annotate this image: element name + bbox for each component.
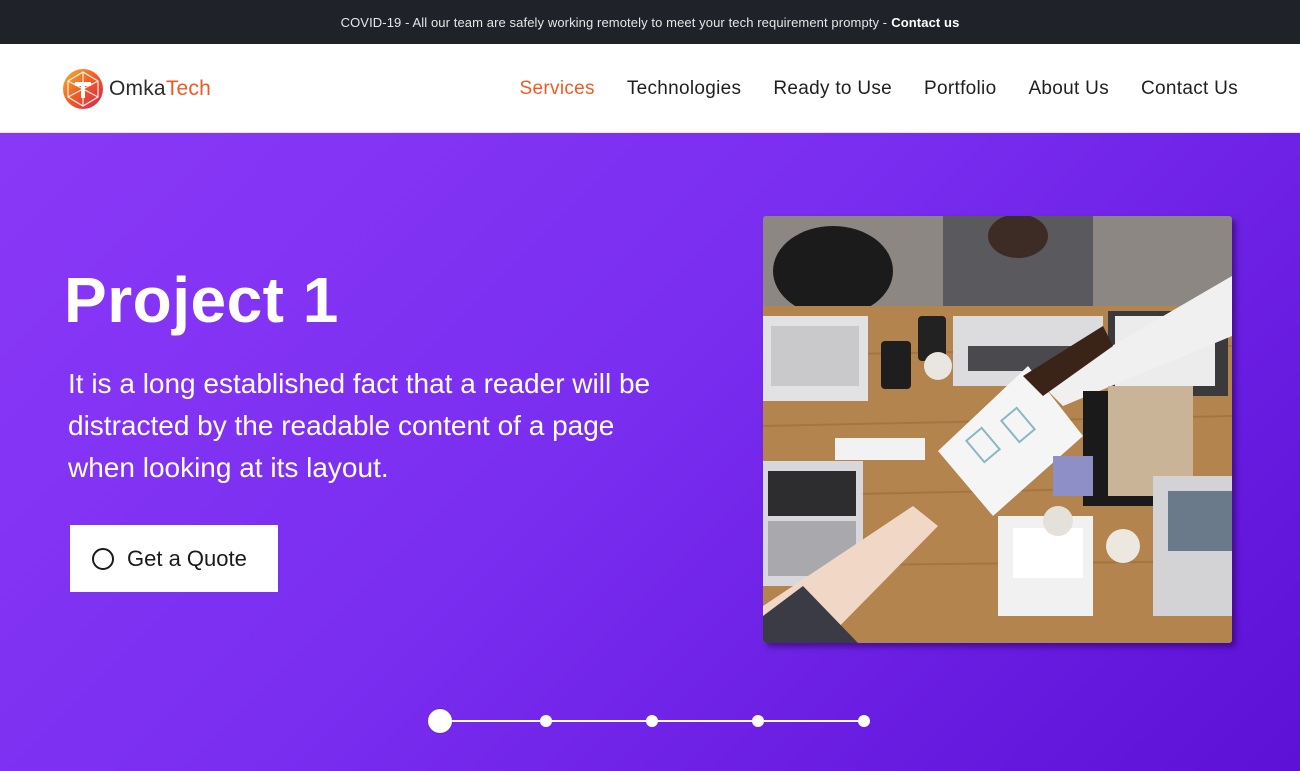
nav-item-technologies[interactable]: Technologies: [627, 78, 742, 100]
get-a-quote-label: Get a Quote: [127, 545, 247, 571]
slide-pagination: [428, 709, 878, 733]
site-header: OmkaTech Services Technologies Ready to …: [0, 44, 1300, 133]
nav-item-about-us[interactable]: About Us: [1028, 78, 1109, 100]
logo-text-omka: Omka: [109, 77, 166, 100]
slide-dot-1[interactable]: [428, 709, 452, 733]
slide-dot-5[interactable]: [858, 715, 870, 727]
gem-logo-icon: [63, 69, 103, 109]
slide-dot-3[interactable]: [646, 715, 658, 727]
nav-item-contact-us[interactable]: Contact Us: [1141, 78, 1238, 100]
logo-text-tech: Tech: [165, 77, 211, 100]
contact-us-link[interactable]: Contact us: [891, 15, 959, 30]
covid-notice-bar: COVID-19 - All our team are safely worki…: [0, 0, 1300, 44]
get-a-quote-button[interactable]: Get a Quote: [70, 525, 278, 592]
hero-slider: Project 1 It is a long established fact …: [0, 133, 1300, 771]
circle-icon: [92, 547, 114, 570]
hero-title: Project 1: [64, 264, 339, 336]
covid-notice-text: COVID-19 - All our team are safely worki…: [340, 14, 888, 30]
nav-item-portfolio[interactable]: Portfolio: [924, 78, 996, 100]
logo-text: OmkaTech: [109, 77, 211, 101]
logo[interactable]: OmkaTech: [62, 68, 211, 110]
slide-dot-2[interactable]: [540, 715, 552, 727]
nav-item-ready-to-use[interactable]: Ready to Use: [773, 78, 892, 100]
hero-description: It is a long established fact that a rea…: [68, 368, 651, 483]
main-nav: Services Technologies Ready to Use Portf…: [488, 44, 1238, 133]
nav-item-services[interactable]: Services: [520, 78, 595, 100]
hero-image: [763, 216, 1232, 643]
slide-dot-4[interactable]: [752, 715, 764, 727]
